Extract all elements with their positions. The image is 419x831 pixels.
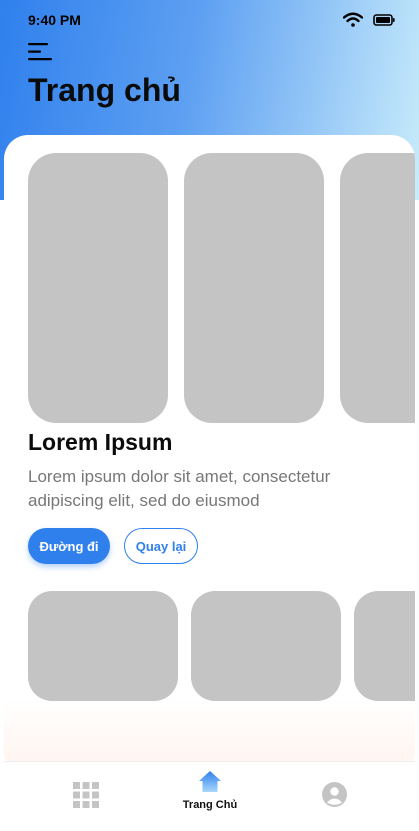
battery-icon (373, 13, 395, 26)
user-icon (322, 782, 347, 807)
featured-card[interactable] (184, 153, 324, 423)
featured-card[interactable] (340, 153, 415, 423)
back-button[interactable]: Quay lại (124, 528, 198, 564)
status-time: 9:40 PM (28, 12, 81, 28)
nav-item-profile[interactable] (284, 762, 384, 824)
home-icon (199, 771, 221, 792)
content-card: Lorem Ipsum Lorem ipsum dolor sit amet, … (4, 135, 415, 775)
secondary-card[interactable] (28, 591, 178, 701)
featured-card[interactable] (28, 153, 168, 423)
secondary-card[interactable] (354, 591, 415, 701)
nav-label-home: Trang Chủ (182, 799, 238, 811)
menu-icon (28, 43, 52, 61)
featured-carousel[interactable] (28, 153, 415, 423)
featured-title: Lorem Ipsum (28, 429, 173, 455)
grid-icon (73, 782, 99, 808)
directions-button[interactable]: Đường đi (28, 528, 110, 564)
bottom-nav: Trang Chủ (4, 761, 415, 824)
status-icons (343, 12, 395, 27)
nav-item-grid[interactable] (36, 762, 136, 824)
secondary-carousel[interactable] (28, 591, 415, 701)
page-title: Trang chủ (28, 72, 181, 108)
wifi-icon (343, 12, 363, 27)
featured-description: Lorem ipsum dolor sit amet, consectetur … (28, 467, 331, 510)
menu-button[interactable] (28, 42, 54, 62)
secondary-card[interactable] (191, 591, 341, 701)
status-bar: 9:40 PM (0, 0, 419, 40)
nav-item-home[interactable]: Trang Chủ (160, 762, 260, 824)
